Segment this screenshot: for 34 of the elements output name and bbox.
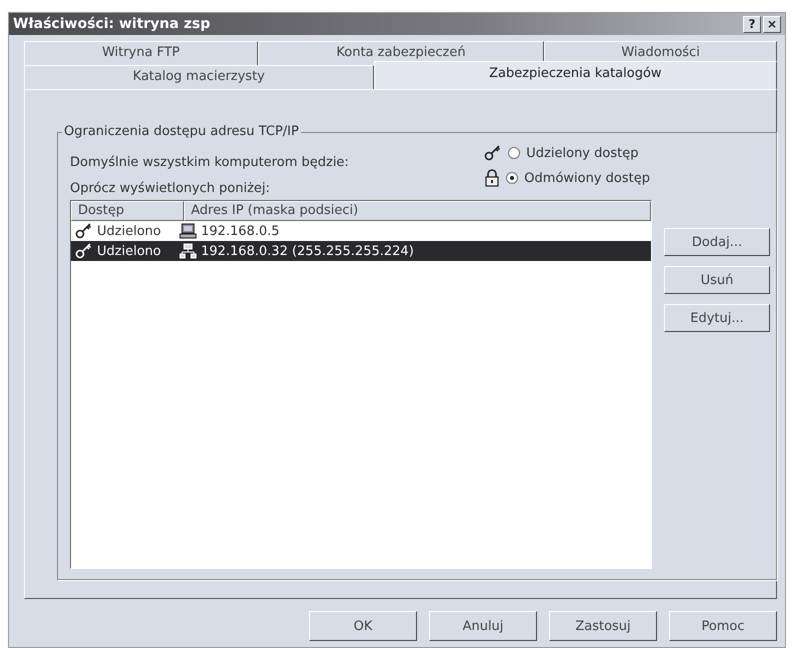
lock-icon <box>484 169 500 187</box>
tab[interactable]: Katalog macierzysty <box>24 65 374 89</box>
help-button[interactable]: ? <box>743 16 761 32</box>
key-icon <box>484 145 502 161</box>
radio-label[interactable]: Odmówiony dostęp <box>524 170 650 186</box>
dialog-button[interactable]: Pomoc <box>669 611 777 641</box>
column-header[interactable]: Adres IP (maska podsieci) <box>184 201 651 221</box>
radio-button[interactable] <box>506 172 518 184</box>
dialog-button[interactable]: Anuluj <box>429 611 537 641</box>
side-button[interactable]: Dodaj... <box>664 228 770 256</box>
except-label: Oprócz wyświetlonych poniżej: <box>70 181 271 196</box>
side-button[interactable]: Usuń <box>664 266 770 294</box>
default-label: Domyślnie wszystkim komputerom będzie: <box>70 154 349 172</box>
radio-button[interactable] <box>508 147 520 159</box>
tab[interactable]: Zabezpieczenia katalogów <box>374 61 777 90</box>
tab[interactable]: Witryna FTP <box>24 41 258 65</box>
radio-label[interactable]: Udzielony dostęp <box>526 146 638 160</box>
ip-address: 192.168.0.5 <box>201 224 280 238</box>
ip-address: 192.168.0.32 (255.255.255.224) <box>201 244 414 258</box>
group-title: Ograniczenia dostępu adresu TCP/IP <box>62 124 301 139</box>
key-icon <box>75 243 93 259</box>
list-row[interactable]: Udzielono 192.168.0.5 <box>71 221 651 241</box>
computer-icon <box>179 223 197 239</box>
close-button[interactable]: × <box>763 16 781 32</box>
network-icon <box>179 243 197 259</box>
side-button[interactable]: Edytuj... <box>664 304 770 332</box>
access-text: Udzielono <box>97 224 161 238</box>
dialog-button[interactable]: Zastosuj <box>549 611 657 641</box>
access-text: Udzielono <box>97 244 161 258</box>
dialog-button[interactable]: OK <box>309 611 417 641</box>
window-title: Właściwości: witryna zsp <box>13 16 212 32</box>
column-header[interactable]: Dostęp <box>71 201 184 221</box>
list-row[interactable]: Udzielono 192.168.0.32 (255.255.255.224) <box>71 241 651 261</box>
key-icon <box>75 223 93 239</box>
